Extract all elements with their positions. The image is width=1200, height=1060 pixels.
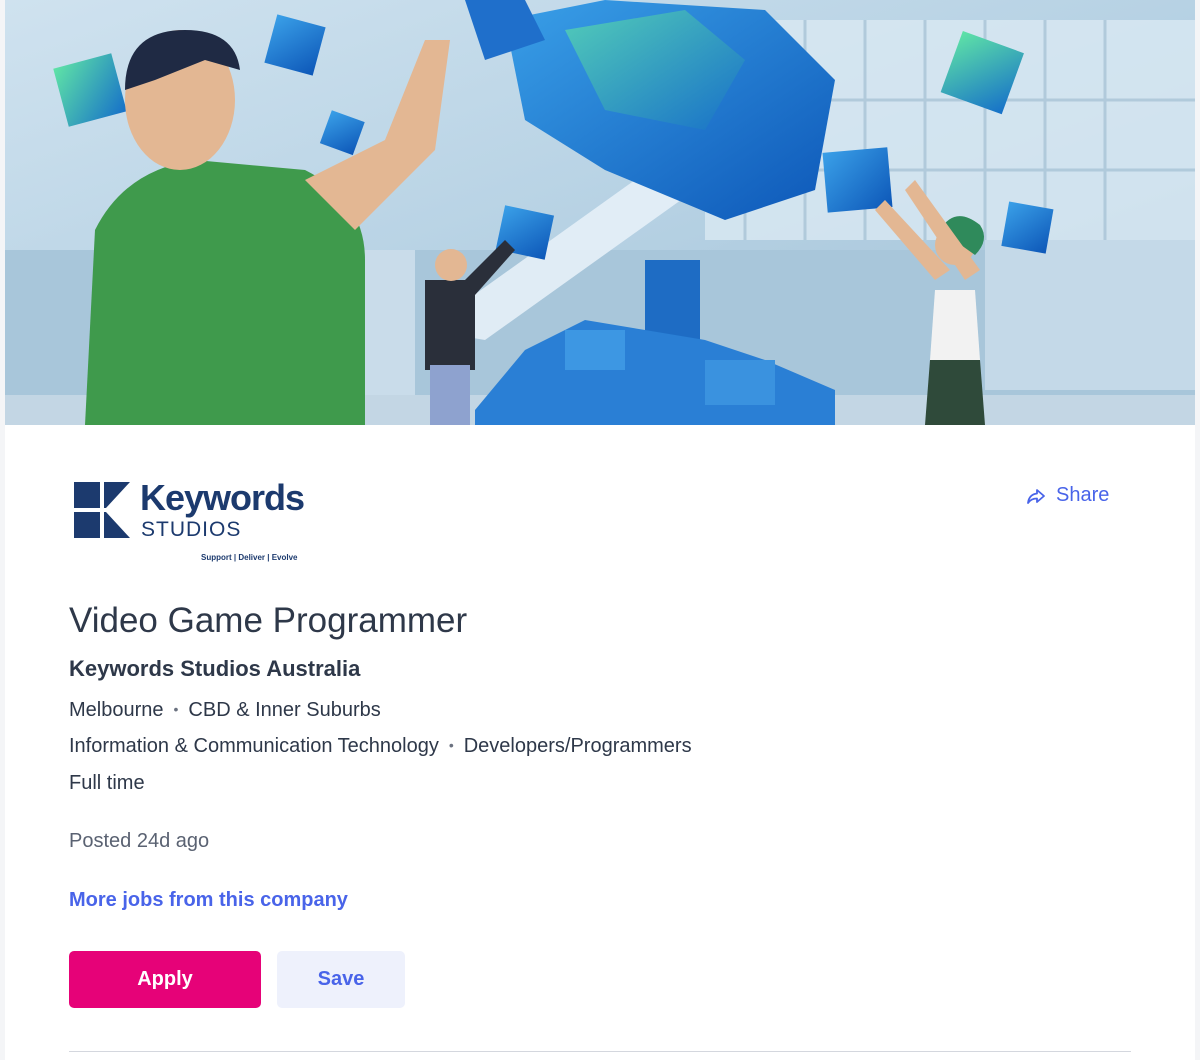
share-arrow-icon (1027, 488, 1045, 504)
keywords-k-icon (74, 482, 130, 538)
company-logo[interactable]: Keywords STUDIOS Support | Deliver | Evo… (74, 478, 314, 568)
divider (69, 1051, 1131, 1052)
hero-illustration (5, 0, 1195, 425)
job-title: Video Game Programmer (69, 601, 468, 640)
apply-button[interactable]: Apply (69, 951, 261, 1008)
right-frame (1195, 0, 1200, 1060)
save-button[interactable]: Save (277, 951, 405, 1008)
separator-dot: • (173, 701, 179, 717)
location: Melbourne (69, 699, 164, 721)
location-line: Melbourne • CBD & Inner Suburbs (69, 696, 381, 725)
separator-dot: • (448, 737, 454, 753)
company-name: Keywords Studios Australia (69, 656, 361, 681)
logo-tagline: Support | Deliver | Evolve (201, 553, 298, 562)
more-jobs-link[interactable]: More jobs from this company (69, 886, 348, 914)
area: CBD & Inner Suburbs (188, 699, 381, 721)
work-type: Full time (69, 772, 145, 794)
share-button[interactable]: Share (1026, 484, 1109, 507)
logo-subtitle: STUDIOS (141, 518, 242, 541)
sub-classification: Developers/Programmers (463, 735, 692, 757)
classification-line: Information & Communication Technology • D… (69, 732, 692, 761)
hero-banner-image (5, 0, 1195, 425)
posted-date: Posted 24d ago (69, 830, 210, 852)
job-detail-page: Keywords STUDIOS Support | Deliver | Evo… (0, 0, 1200, 1060)
logo-wordmark: Keywords (140, 477, 305, 518)
classification: Information & Communication Technology (69, 735, 439, 757)
share-label: Share (1056, 484, 1110, 506)
